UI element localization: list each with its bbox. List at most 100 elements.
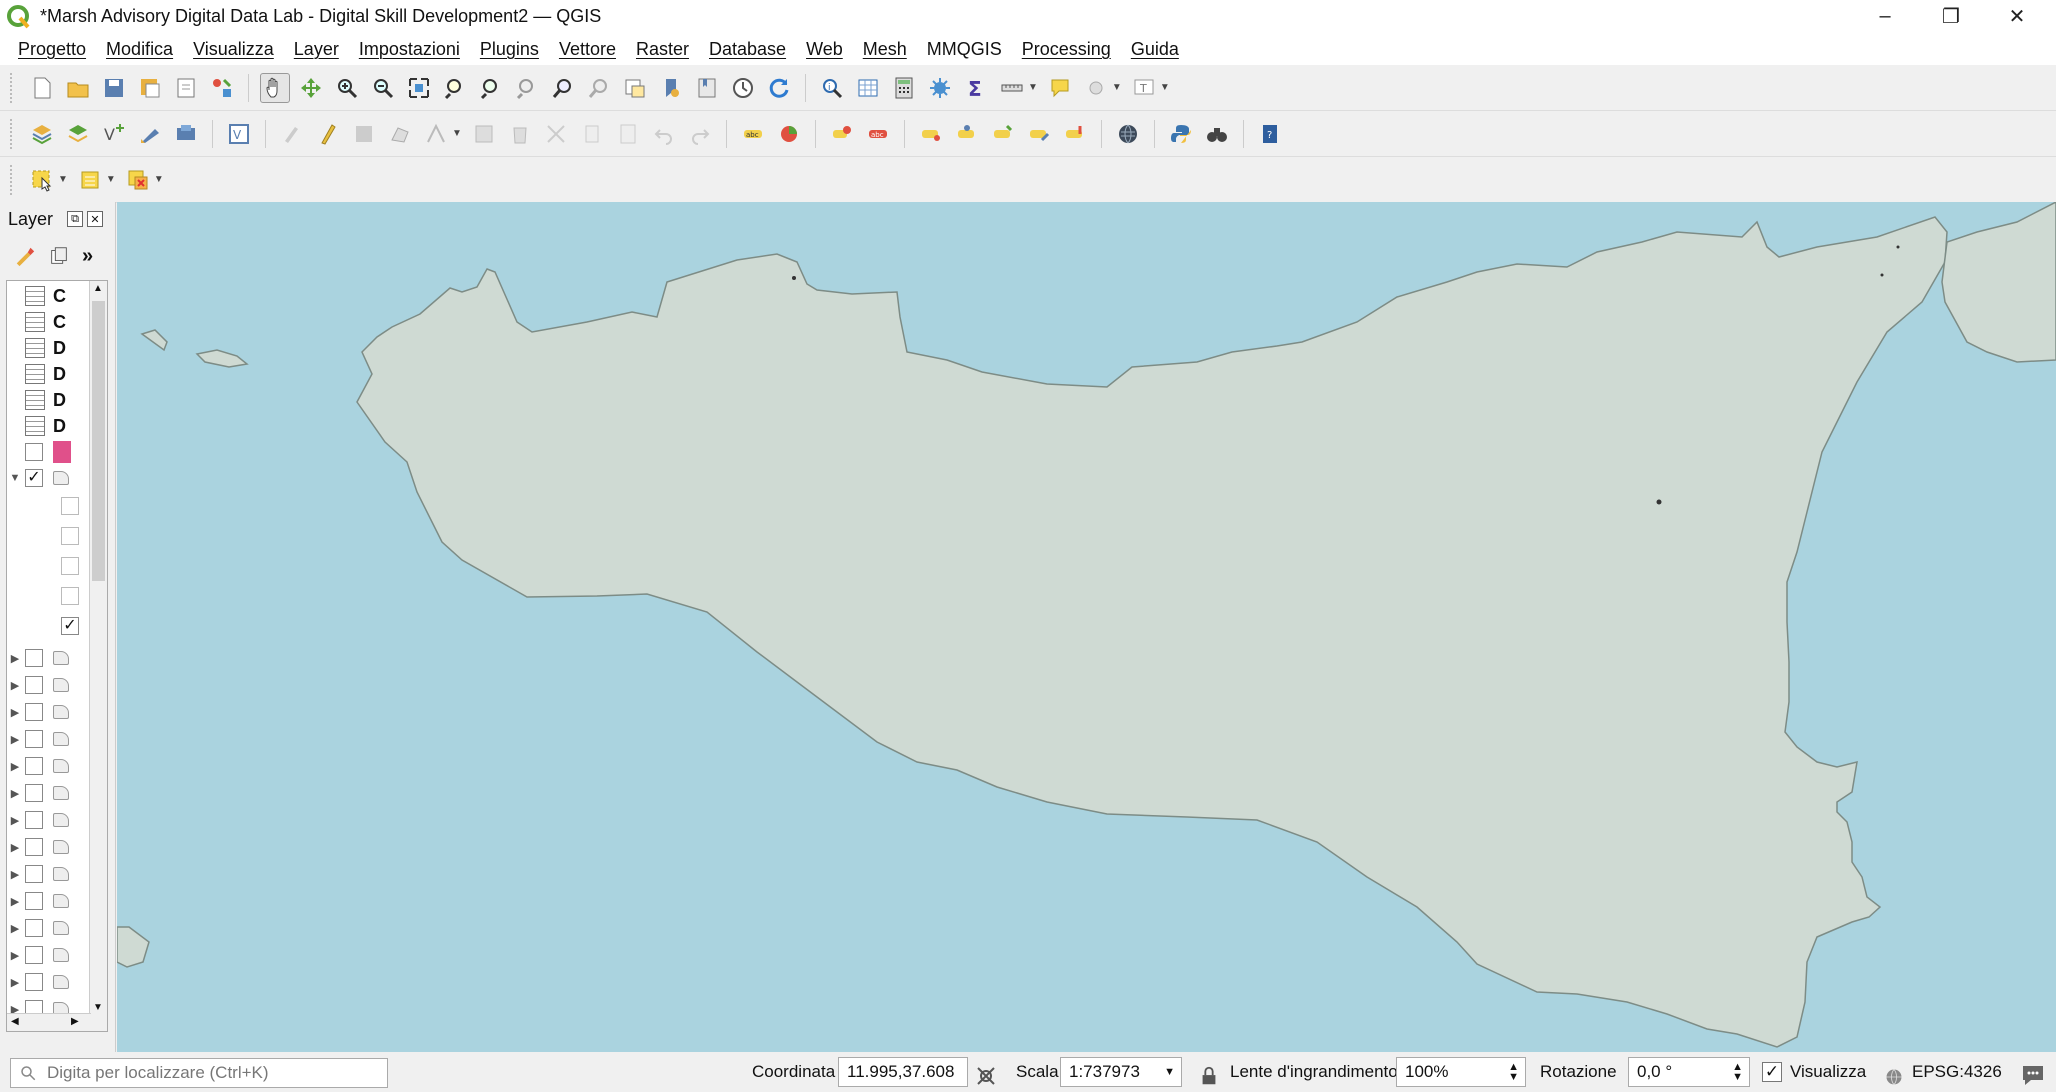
field-calculator-icon[interactable]	[889, 73, 919, 103]
pan-to-selection-icon[interactable]	[296, 73, 326, 103]
new-project-icon[interactable]	[27, 73, 57, 103]
measure-dropdown-icon[interactable]: ▼	[1028, 82, 1038, 93]
expand-arrow-icon[interactable]: ▶	[7, 814, 23, 827]
collapse-arrow-icon[interactable]: ▼	[7, 472, 23, 484]
layer-group-row[interactable]: ▶	[7, 942, 93, 968]
group-visibility-checkbox[interactable]	[25, 730, 43, 748]
pan-hand-icon[interactable]	[260, 72, 290, 103]
vertex-dropdown-icon[interactable]: ▼	[452, 128, 462, 139]
copy-features-icon[interactable]	[577, 119, 607, 149]
show-bookmarks-icon[interactable]	[692, 73, 722, 103]
scroll-right-icon[interactable]: ▶	[71, 1016, 79, 1027]
save-as-icon[interactable]	[135, 73, 165, 103]
layer-visibility-checkbox[interactable]	[61, 527, 79, 545]
layer-group-row[interactable]: ▶	[7, 861, 93, 887]
expand-arrow-icon[interactable]: ▶	[7, 895, 23, 908]
menu-impostazioni[interactable]: Impostazioni	[349, 39, 470, 60]
group-visibility-checkbox[interactable]	[25, 703, 43, 721]
layer-visibility-checkbox[interactable]	[61, 497, 79, 515]
temporal-controller-icon[interactable]	[728, 73, 758, 103]
layer-group-row[interactable]: ▶	[7, 888, 93, 914]
menu-mesh[interactable]: Mesh	[853, 39, 917, 60]
new-map-view-icon[interactable]	[620, 73, 650, 103]
group-visibility-checkbox[interactable]	[25, 838, 43, 856]
group-visibility-checkbox[interactable]	[25, 676, 43, 694]
group-visibility-checkbox[interactable]	[25, 919, 43, 937]
expand-arrow-icon[interactable]: ▶	[7, 841, 23, 854]
identify-features-icon[interactable]: i	[817, 73, 847, 103]
spin-arrows-icon[interactable]: ▲ ▼	[1508, 1062, 1519, 1083]
group-visibility-checkbox[interactable]	[25, 811, 43, 829]
expand-arrow-icon[interactable]: ▶	[7, 652, 23, 665]
measure-icon[interactable]	[997, 73, 1027, 103]
close-panel-icon[interactable]: ✕	[87, 211, 104, 227]
menu-guida[interactable]: Guida	[1121, 39, 1189, 60]
zoom-full-icon[interactable]	[404, 73, 434, 103]
expand-arrow-icon[interactable]: ▶	[7, 949, 23, 962]
vertex-tool-icon[interactable]	[421, 119, 451, 149]
label-highlight-icon[interactable]	[1060, 119, 1090, 149]
close-button[interactable]: ✕	[1984, 0, 2050, 33]
map-canvas[interactable]	[117, 202, 2056, 1052]
save-project-icon[interactable]	[99, 73, 129, 103]
layer-row[interactable]	[7, 613, 93, 639]
group-visibility-checkbox[interactable]	[25, 973, 43, 991]
expand-arrow-icon[interactable]: ▶	[7, 976, 23, 989]
menu-vettore[interactable]: Vettore	[549, 39, 626, 60]
layer-row[interactable]: D	[7, 335, 93, 361]
scroll-down-icon[interactable]: ▼	[93, 1002, 103, 1013]
map-tips-icon[interactable]	[1045, 73, 1075, 103]
spin-arrows-icon[interactable]: ▲ ▼	[1732, 1062, 1743, 1083]
layer-group-row[interactable]: ▼	[7, 465, 93, 491]
delete-selected-icon[interactable]	[505, 119, 535, 149]
layer-row[interactable]: C	[7, 309, 93, 335]
menu-progetto[interactable]: Progetto	[8, 39, 96, 60]
python-console-icon[interactable]	[1166, 119, 1196, 149]
layer-group-row[interactable]: ▶	[7, 807, 93, 833]
expand-arrow-icon[interactable]: ▶	[7, 922, 23, 935]
magnifier-spinbox[interactable]: 100% ▲ ▼	[1396, 1057, 1526, 1087]
crs-button[interactable]: EPSG:4326	[1912, 1057, 2002, 1087]
processing-toolbox-icon[interactable]	[925, 73, 955, 103]
virtual-layer-icon[interactable]: V	[224, 119, 254, 149]
group-visibility-checkbox[interactable]	[25, 784, 43, 802]
zoom-in-icon[interactable]	[332, 73, 362, 103]
text-annotation-icon[interactable]: T	[1129, 73, 1159, 103]
layer-row[interactable]	[7, 439, 93, 465]
save-edits-icon[interactable]	[349, 119, 379, 149]
globe-plugin-icon[interactable]	[1113, 119, 1143, 149]
toggle-editing-icon[interactable]	[313, 119, 343, 149]
redo-icon[interactable]	[685, 119, 715, 149]
annotation-dropdown-icon[interactable]: ▼	[1160, 82, 1170, 93]
statistics-sum-icon[interactable]: Σ	[961, 73, 991, 103]
menu-database[interactable]: Database	[699, 39, 796, 60]
style-manager-icon[interactable]	[207, 73, 237, 103]
open-project-icon[interactable]	[63, 73, 93, 103]
select-dropdown-icon[interactable]: ▼	[1112, 82, 1122, 93]
zoom-last-icon[interactable]	[548, 73, 578, 103]
group-visibility-checkbox[interactable]	[25, 865, 43, 883]
render-checkbox[interactable]: ✓	[1762, 1062, 1782, 1082]
help-book-icon[interactable]: ?	[1255, 119, 1285, 149]
group-visibility-checkbox[interactable]	[25, 757, 43, 775]
menu-plugins[interactable]: Plugins	[470, 39, 549, 60]
group-visibility-checkbox[interactable]	[25, 946, 43, 964]
layer-group-row[interactable]: ▶	[7, 915, 93, 941]
menu-raster[interactable]: Raster	[626, 39, 699, 60]
layer-row[interactable]	[7, 523, 93, 549]
layer-row[interactable]	[7, 493, 93, 519]
scale-dropdown-icon[interactable]: ▼	[1164, 1066, 1175, 1078]
layer-styling-icon[interactable]	[14, 245, 36, 267]
layer-visibility-checkbox[interactable]	[61, 557, 79, 575]
coordinate-field[interactable]: 11.995,37.608	[838, 1057, 968, 1087]
layer-vertical-scrollbar[interactable]: ▲ ▼	[89, 281, 107, 1031]
group-visibility-checkbox[interactable]	[25, 649, 43, 667]
refresh-icon[interactable]	[764, 73, 794, 103]
add-group-icon[interactable]	[48, 245, 70, 267]
select-features-icon[interactable]	[27, 165, 57, 195]
layer-row[interactable]: C	[7, 283, 93, 309]
new-geopackage-icon[interactable]	[63, 119, 93, 149]
scroll-up-icon[interactable]: ▲	[93, 283, 103, 294]
zoom-layer-icon[interactable]	[476, 73, 506, 103]
layer-visibility-checkbox[interactable]	[61, 617, 79, 635]
